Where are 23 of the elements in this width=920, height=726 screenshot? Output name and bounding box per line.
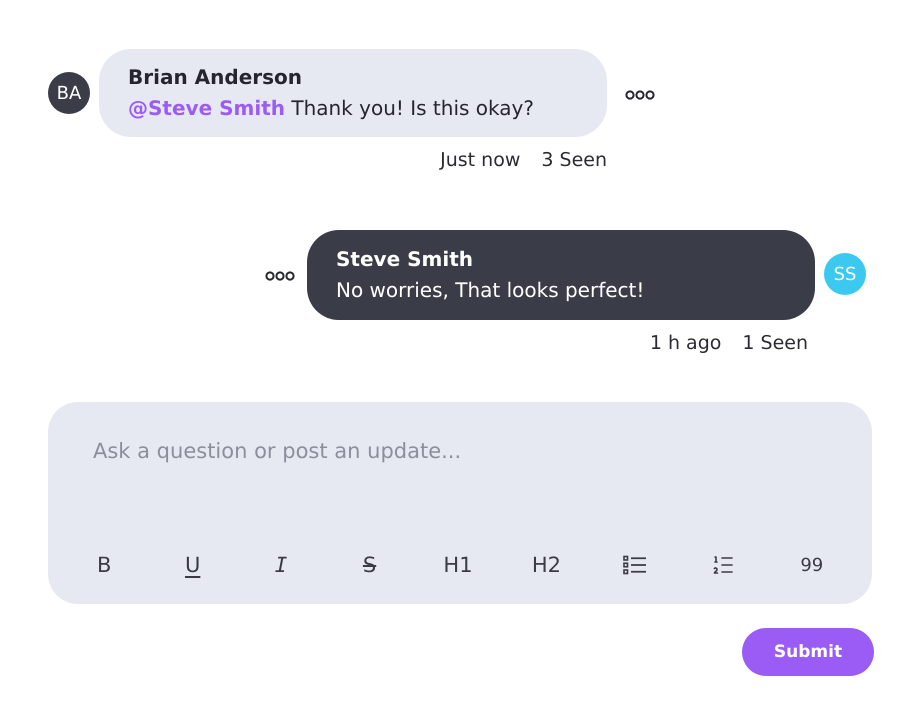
timestamp: 1 h ago [650,332,722,354]
seen-count: 1 Seen [742,332,808,354]
italic-button[interactable]: I [266,548,296,582]
timestamp: Just now [440,149,520,171]
author-name: Brian Anderson [128,65,304,90]
avatar: SS [824,253,866,295]
seen-count: 3 Seen [541,149,607,171]
more-options-icon[interactable] [625,90,655,100]
author-name: Steve Smith [336,247,474,272]
message-text: No worries, That looks perfect! [336,278,646,303]
bulleted-list-icon [622,555,647,575]
bold-button[interactable]: B [89,548,120,582]
message-text: @Steve Smith Thank you! Is this okay? [128,96,535,121]
quote-button[interactable]: 99 [796,548,828,582]
message-input[interactable]: Ask a question or post an update... [93,438,833,478]
more-options-icon[interactable] [265,271,295,281]
numbered-list-icon [711,553,736,577]
underline-button[interactable]: U [178,548,208,582]
submit-button[interactable]: Submit [742,628,874,676]
avatar: BA [48,72,90,114]
heading-button[interactable]: H1 [439,548,477,582]
strikethrough-button[interactable]: S [354,548,385,582]
heading-button[interactable]: H2 [528,548,566,582]
